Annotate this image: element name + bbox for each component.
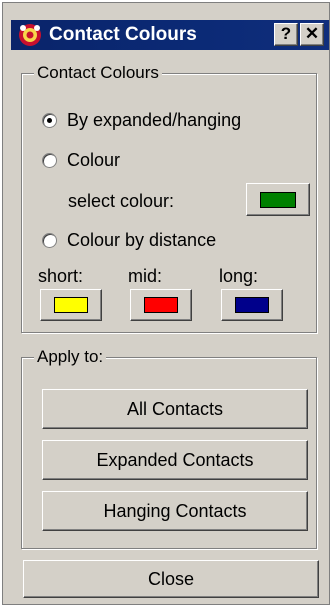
contact-colours-group: Contact Colours By expanded/hanging Colo…: [21, 63, 317, 333]
select-colour-button[interactable]: [246, 183, 310, 216]
mid-colour-button[interactable]: [130, 289, 192, 321]
radio-label-by-expanded-hanging: By expanded/hanging: [67, 110, 242, 130]
selected-colour-swatch: [260, 191, 296, 208]
close-window-button[interactable]: ✕: [300, 23, 324, 46]
short-colour-button[interactable]: [40, 289, 102, 321]
radio-label-colour: Colour: [67, 150, 121, 170]
expanded-contacts-button[interactable]: Expanded Contacts: [42, 440, 308, 480]
radio-by-expanded-hanging[interactable]: By expanded/hanging: [42, 110, 241, 131]
long-colour-swatch: [235, 297, 269, 313]
short-label: short:: [38, 266, 84, 286]
long-colour-button[interactable]: [221, 289, 283, 321]
help-button[interactable]: ?: [274, 23, 298, 46]
mid-label: mid:: [128, 266, 163, 286]
window-title: Contact Colours: [49, 24, 197, 45]
select-colour-label: select colour:: [68, 191, 175, 211]
apply-to-legend: Apply to:: [34, 347, 107, 367]
radio-circle-icon[interactable]: [42, 113, 57, 128]
contact-colours-dialog: Contact Colours ? ✕ Contact Colours By e…: [2, 2, 330, 605]
hanging-contacts-button[interactable]: Hanging Contacts: [42, 491, 308, 531]
radio-colour[interactable]: Colour: [42, 150, 120, 171]
radio-label-colour-by-distance: Colour by distance: [67, 230, 217, 250]
app-logo-icon: [19, 24, 41, 46]
title-bar[interactable]: Contact Colours ? ✕: [11, 20, 329, 50]
apply-to-group: Apply to: All Contacts Expanded Contacts…: [21, 347, 317, 549]
contact-colours-legend: Contact Colours: [34, 63, 162, 83]
close-button[interactable]: Close: [23, 560, 319, 598]
radio-circle-icon[interactable]: [42, 233, 57, 248]
long-label: long:: [219, 266, 259, 286]
help-icon: ?: [280, 24, 292, 43]
radio-selected-dot: [47, 118, 52, 123]
close-icon: ✕: [304, 24, 320, 43]
short-colour-swatch: [54, 297, 88, 313]
mid-colour-swatch: [144, 297, 178, 313]
all-contacts-button[interactable]: All Contacts: [42, 389, 308, 429]
radio-colour-by-distance[interactable]: Colour by distance: [42, 230, 216, 251]
radio-circle-icon[interactable]: [42, 153, 57, 168]
